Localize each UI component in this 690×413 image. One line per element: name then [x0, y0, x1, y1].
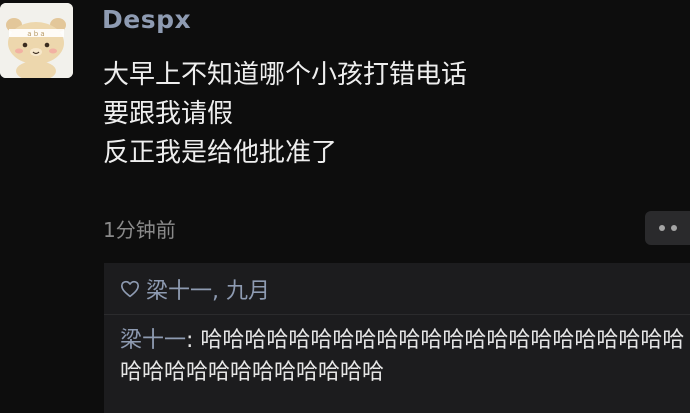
post-text-line: 反正我是给他批准了	[103, 138, 338, 168]
dot-icon	[659, 225, 665, 231]
heart-outline-icon	[121, 280, 139, 298]
post-text-line: 大早上不知道哪个小孩打错电话	[103, 60, 468, 90]
likes-comments-panel: 梁十一, 九月 梁十一: 哈哈哈哈哈哈哈哈哈哈哈哈哈哈哈哈哈哈哈哈哈哈哈哈哈哈哈…	[104, 263, 690, 413]
post-timestamp: 1分钟前	[103, 218, 176, 242]
more-actions-button[interactable]	[645, 211, 690, 245]
comment[interactable]: 梁十一: 哈哈哈哈哈哈哈哈哈哈哈哈哈哈哈哈哈哈哈哈哈哈哈哈哈哈哈哈哈哈哈哈哈哈	[120, 325, 690, 389]
divider	[104, 314, 690, 315]
moments-screen: a b a Despx 大早上不知道哪个小孩打错电话 要跟我请假 反正我是给他批…	[0, 0, 690, 413]
post-text: 大早上不知道哪个小孩打错电话 要跟我请假 反正我是给他批准了	[103, 56, 467, 173]
post-author-name[interactable]: Despx	[102, 5, 191, 34]
comment-separator: :	[186, 328, 201, 353]
liked-by-names[interactable]: 梁十一, 九月	[146, 273, 270, 305]
comment-author[interactable]: 梁十一	[120, 328, 186, 353]
post-text-line: 要跟我请假	[103, 99, 234, 129]
bear-avatar-icon: a b a	[0, 3, 73, 78]
svg-text:a b a: a b a	[27, 30, 44, 38]
dot-icon	[671, 225, 677, 231]
avatar[interactable]: a b a	[0, 3, 73, 78]
comment-text: 哈哈哈哈哈哈哈哈哈哈哈哈哈哈哈哈哈哈哈哈哈哈哈哈哈哈哈哈哈哈哈哈哈哈	[120, 328, 685, 385]
likes-row: 梁十一, 九月	[120, 273, 270, 305]
